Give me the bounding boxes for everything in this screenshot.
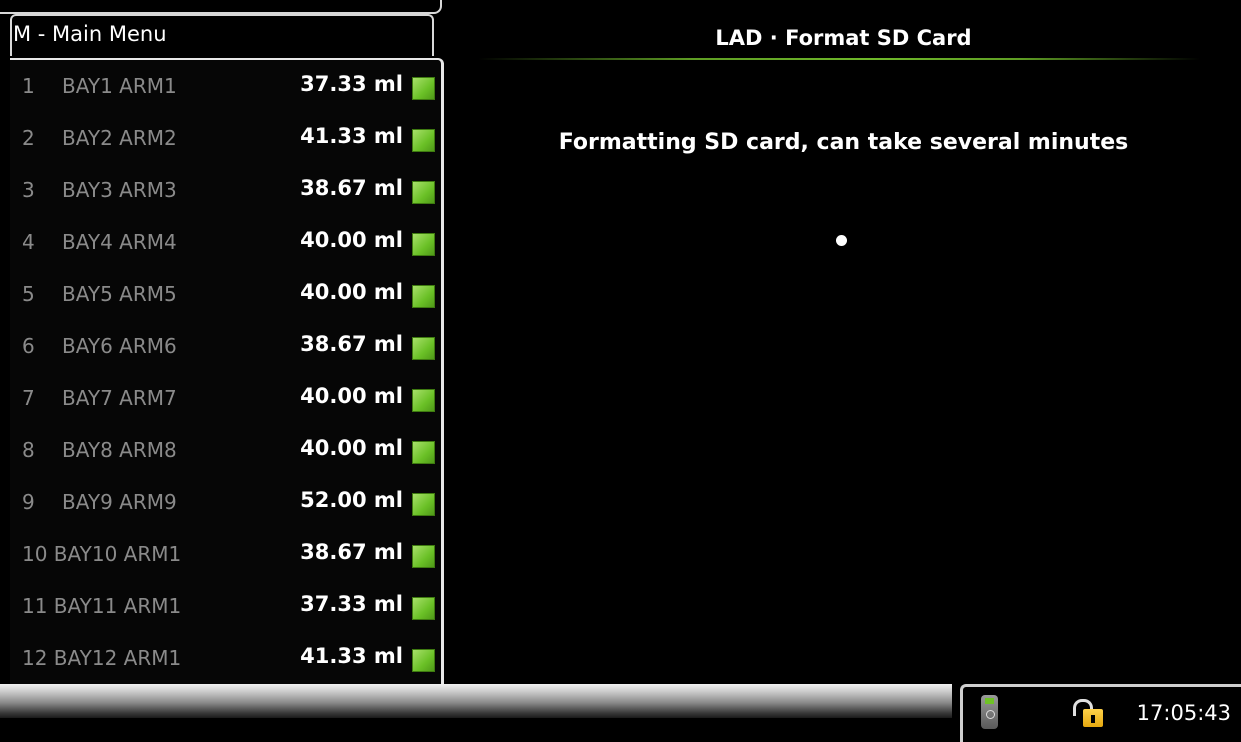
row-name: BAY3 ARM3 bbox=[62, 178, 177, 202]
row-name: BAY7 ARM7 bbox=[62, 386, 177, 410]
list-item[interactable]: 7 BAY7 ARM7 40.00 ml bbox=[10, 372, 441, 424]
title-underline bbox=[478, 58, 1200, 60]
list-item[interactable]: 1 BAY1 ARM1 37.33 ml bbox=[10, 60, 441, 112]
row-volume: 38.67 ml bbox=[300, 332, 403, 356]
page-title: LAD · Format SD Card bbox=[715, 26, 972, 50]
handheld-device-icon[interactable] bbox=[981, 695, 998, 729]
row-number: 3 bbox=[22, 178, 35, 202]
list-item[interactable]: 12 BAY12 ARM1 41.33 ml bbox=[10, 632, 441, 684]
list-item[interactable]: 9 BAY9 ARM9 52.00 ml bbox=[10, 476, 441, 528]
list-item[interactable]: 2 BAY2 ARM2 41.33 ml bbox=[10, 112, 441, 164]
status-indicator-icon bbox=[412, 337, 435, 360]
main-menu-panel: M - Main Menu 1 BAY1 ARM1 37.33 ml 2 BAY… bbox=[0, 0, 446, 684]
list-item[interactable]: 11 BAY11 ARM1 37.33 ml bbox=[10, 580, 441, 632]
status-indicator-icon bbox=[412, 129, 435, 152]
row-name: BAY6 ARM6 bbox=[62, 334, 177, 358]
row-number: 2 bbox=[22, 126, 35, 150]
row-number: 7 bbox=[22, 386, 35, 410]
status-indicator-icon bbox=[412, 285, 435, 308]
row-name: BAY8 ARM8 bbox=[62, 438, 177, 462]
status-indicator-icon bbox=[412, 597, 435, 620]
row-volume: 40.00 ml bbox=[300, 228, 403, 252]
list-item[interactable]: 5 BAY5 ARM5 40.00 ml bbox=[10, 268, 441, 320]
list-item[interactable]: 10 BAY10 ARM1 38.67 ml bbox=[10, 528, 441, 580]
row-volume: 38.67 ml bbox=[300, 176, 403, 200]
row-volume: 40.00 ml bbox=[300, 436, 403, 460]
list-item[interactable]: 8 BAY8 ARM8 40.00 ml bbox=[10, 424, 441, 476]
row-name: BAY5 ARM5 bbox=[62, 282, 177, 306]
row-number: 6 bbox=[22, 334, 35, 358]
row-name: BAY9 ARM9 bbox=[62, 490, 177, 514]
row-volume: 41.33 ml bbox=[300, 644, 403, 668]
list-item[interactable]: 6 BAY6 ARM6 38.67 ml bbox=[10, 320, 441, 372]
row-volume: 37.33 ml bbox=[300, 592, 403, 616]
status-indicator-icon bbox=[412, 649, 435, 672]
device-button bbox=[986, 710, 995, 719]
row-number: 1 bbox=[22, 74, 35, 98]
status-indicator-icon bbox=[412, 545, 435, 568]
row-volume: 41.33 ml bbox=[300, 124, 403, 148]
menu-title: M - Main Menu bbox=[13, 22, 167, 46]
bottom-bar: 17:05:43 bbox=[0, 684, 1241, 742]
clock: 17:05:43 bbox=[1136, 701, 1231, 725]
menu-top-border bbox=[0, 0, 442, 14]
status-indicator-icon bbox=[412, 77, 435, 100]
row-name: 10 BAY10 ARM1 bbox=[22, 542, 182, 566]
device-led bbox=[985, 698, 994, 704]
row-name: BAY2 ARM2 bbox=[62, 126, 177, 150]
row-number: 9 bbox=[22, 490, 35, 514]
row-name: 11 BAY11 ARM1 bbox=[22, 594, 182, 618]
row-volume: 52.00 ml bbox=[300, 488, 403, 512]
row-name: BAY1 ARM1 bbox=[62, 74, 177, 98]
status-message: Formatting SD card, can take several min… bbox=[558, 130, 1129, 155]
status-indicator-icon bbox=[412, 493, 435, 516]
row-volume: 37.33 ml bbox=[300, 72, 403, 96]
row-number: 8 bbox=[22, 438, 35, 462]
busy-indicator bbox=[836, 235, 847, 246]
row-volume: 40.00 ml bbox=[300, 280, 403, 304]
arm-list: 1 BAY1 ARM1 37.33 ml 2 BAY2 ARM2 41.33 m… bbox=[10, 58, 444, 684]
row-name: BAY4 ARM4 bbox=[62, 230, 177, 254]
status-indicator-icon bbox=[412, 181, 435, 204]
row-volume: 40.00 ml bbox=[300, 384, 403, 408]
padlock-keyhole bbox=[1091, 715, 1095, 723]
row-number: 4 bbox=[22, 230, 35, 254]
status-indicator-icon bbox=[412, 233, 435, 256]
row-volume: 38.67 ml bbox=[300, 540, 403, 564]
list-item[interactable]: 3 BAY3 ARM3 38.67 ml bbox=[10, 164, 441, 216]
unlocked-padlock-icon[interactable] bbox=[1071, 699, 1107, 729]
footer-bar bbox=[0, 684, 952, 718]
row-name: 12 BAY12 ARM1 bbox=[22, 646, 182, 670]
status-indicator-icon bbox=[412, 441, 435, 464]
list-item[interactable]: 4 BAY4 ARM4 40.00 ml bbox=[10, 216, 441, 268]
row-number: 5 bbox=[22, 282, 35, 306]
status-indicator-icon bbox=[412, 389, 435, 412]
status-area: 17:05:43 bbox=[960, 684, 1241, 742]
